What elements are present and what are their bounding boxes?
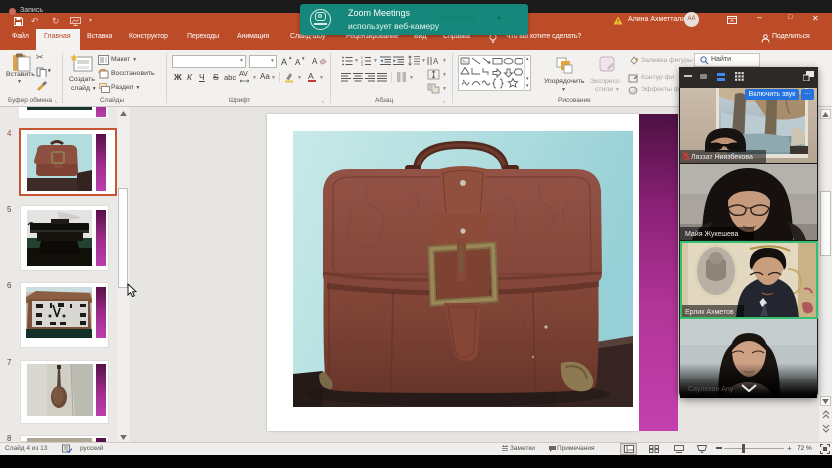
- svg-text:3: 3: [361, 63, 363, 66]
- svg-text:Ляззат Ниязбекова: Ляззат Ниязбекова: [691, 153, 753, 161]
- svg-text:Саулехан Апу: Саулехан Апу: [688, 386, 734, 393]
- svg-text:А: А: [433, 57, 439, 66]
- svg-text:Майя Жукешева: Майя Жукешева: [685, 230, 739, 238]
